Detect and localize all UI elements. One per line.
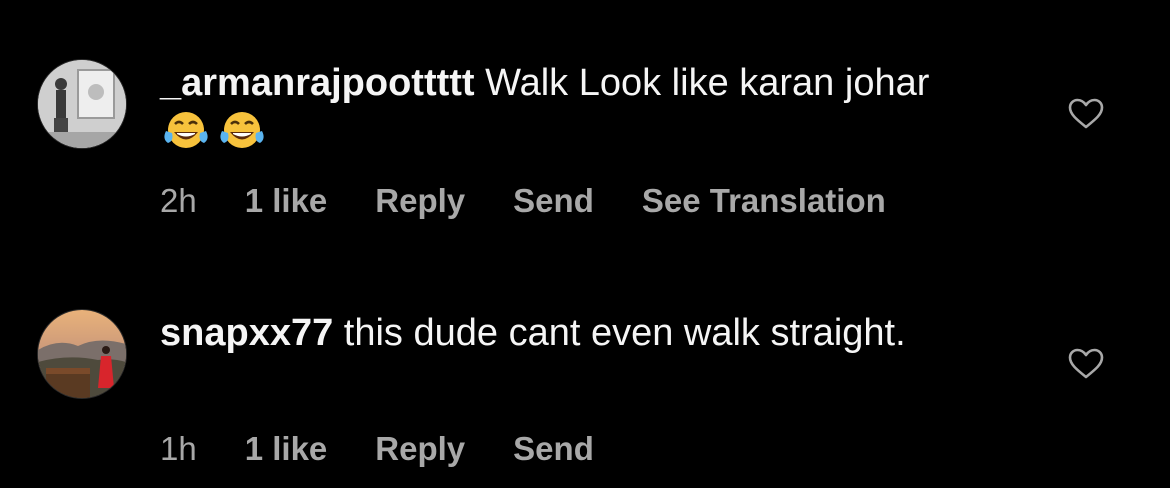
comment-text: snapxx77 this dude cant even walk straig… <box>160 308 980 358</box>
face-with-tears-of-joy-icon <box>164 112 208 148</box>
see-translation-button[interactable]: See Translation <box>642 182 886 220</box>
comment-meta: 2h 1 like Reply Send See Translation <box>160 182 934 220</box>
heart-outline-icon[interactable] <box>1068 98 1104 130</box>
send-button[interactable]: Send <box>513 182 594 220</box>
comment-username[interactable]: snapxx77 <box>160 312 333 354</box>
reply-button[interactable]: Reply <box>375 430 465 468</box>
heart-outline-icon[interactable] <box>1068 348 1104 380</box>
comment-timestamp: 2h <box>160 182 197 219</box>
likes-count-button[interactable]: 1 like <box>245 430 328 468</box>
avatar[interactable] <box>38 310 126 398</box>
likes-count-button[interactable]: 1 like <box>245 182 328 220</box>
comment-text: _armanrajpoottttt Walk Look like karan j… <box>160 58 980 164</box>
comment-body: Walk Look like karan johar <box>474 62 930 104</box>
face-with-tears-of-joy-icon <box>220 112 264 148</box>
send-button[interactable]: Send <box>513 430 594 468</box>
comment-body: this dude cant even walk straight. <box>333 312 906 354</box>
comment-timestamp: 1h <box>160 430 197 467</box>
comment-username[interactable]: _armanrajpoottttt <box>160 62 475 104</box>
avatar[interactable] <box>38 60 126 148</box>
reply-button[interactable]: Reply <box>375 182 465 220</box>
emoji-group <box>162 109 274 164</box>
comment-meta: 1h 1 like Reply Send <box>160 430 642 468</box>
